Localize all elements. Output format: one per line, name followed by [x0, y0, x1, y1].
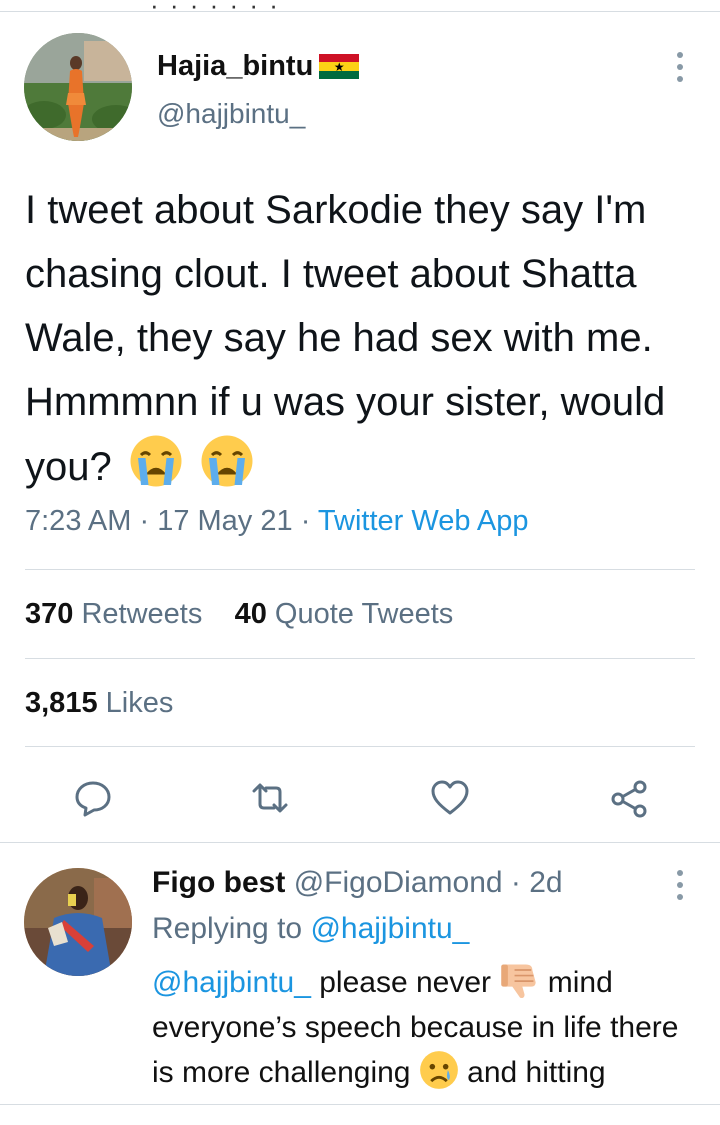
- sad-face-emoji: [419, 1051, 458, 1089]
- reply-avatar[interactable]: [24, 868, 132, 976]
- replying-to: Replying to @hajjbintu_: [152, 912, 469, 946]
- display-name[interactable]: Hajia_bintu ★: [157, 50, 360, 83]
- tweet-time: 7:23 AM: [25, 505, 132, 537]
- reply-age: 2d: [529, 866, 563, 899]
- replying-to-link[interactable]: @hajjbintu_: [310, 912, 469, 945]
- divider: [25, 569, 695, 570]
- handle[interactable]: @hajjbintu_: [157, 98, 305, 130]
- display-name-text: Hajia_bintu: [157, 50, 314, 82]
- tweet-source-link[interactable]: Twitter Web App: [318, 505, 529, 537]
- reply-handle[interactable]: @FigoDiamond: [294, 866, 503, 899]
- quotes-label: Quote Tweets: [274, 598, 454, 630]
- section-separator: [0, 842, 720, 843]
- retweet-icon[interactable]: [248, 776, 292, 820]
- reply-text-part: and hitting: [467, 1056, 606, 1089]
- crying-face-emoji: [201, 435, 253, 487]
- tweet-meta: 7:23 AM · 17 May 21 · Twitter Web App: [25, 505, 529, 538]
- quotes-count: 40: [234, 598, 267, 630]
- meta-separator: ·: [510, 866, 521, 899]
- mention-link[interactable]: @hajjbintu_: [152, 966, 311, 999]
- reply-avatar-photo: [24, 868, 132, 976]
- like-icon[interactable]: [428, 776, 472, 820]
- previous-tweet-edge: · · · · · · ·: [0, 0, 720, 12]
- reply-icon[interactable]: [71, 776, 115, 820]
- divider: [25, 746, 695, 747]
- crying-face-emoji: [130, 435, 182, 487]
- retweets-label: Retweets: [81, 598, 203, 630]
- avatar[interactable]: [24, 33, 132, 141]
- bottom-separator: [0, 1104, 720, 1105]
- share-icon[interactable]: [608, 776, 652, 820]
- retweets-stat[interactable]: 370 Retweets: [25, 598, 202, 630]
- more-icon[interactable]: [676, 870, 684, 900]
- reply-display-name[interactable]: Figo best: [152, 866, 285, 899]
- meta-separator: ·: [300, 505, 311, 537]
- likes-count: 3,815: [25, 687, 98, 719]
- reply-text-part: please never: [319, 966, 492, 999]
- likes-label: Likes: [105, 687, 174, 719]
- meta-separator: ·: [139, 505, 150, 537]
- more-icon[interactable]: [676, 52, 684, 82]
- divider: [25, 658, 695, 659]
- retweets-count: 370: [25, 598, 74, 630]
- engagement-stats: 370 Retweets 40 Quote Tweets: [25, 598, 453, 631]
- thumbs-down-emoji: [501, 964, 537, 998]
- tweet-body: I tweet about Sarkodie they say I'm chas…: [25, 188, 666, 489]
- tweet-text: I tweet about Sarkodie they say I'm chas…: [25, 178, 695, 499]
- reply-header: Figo best @FigoDiamond · 2d: [152, 866, 563, 900]
- reply-text: @hajjbintu_ please never mind everyone’s…: [152, 960, 697, 1100]
- avatar-photo: [24, 33, 132, 141]
- quote-tweets-stat[interactable]: 40 Quote Tweets: [235, 598, 454, 630]
- replying-prefix: Replying to: [152, 912, 303, 945]
- ghana-flag-icon: ★: [319, 53, 360, 80]
- tweet-date: 17 May 21: [157, 505, 293, 537]
- likes-stat[interactable]: 3,815 Likes: [25, 687, 173, 720]
